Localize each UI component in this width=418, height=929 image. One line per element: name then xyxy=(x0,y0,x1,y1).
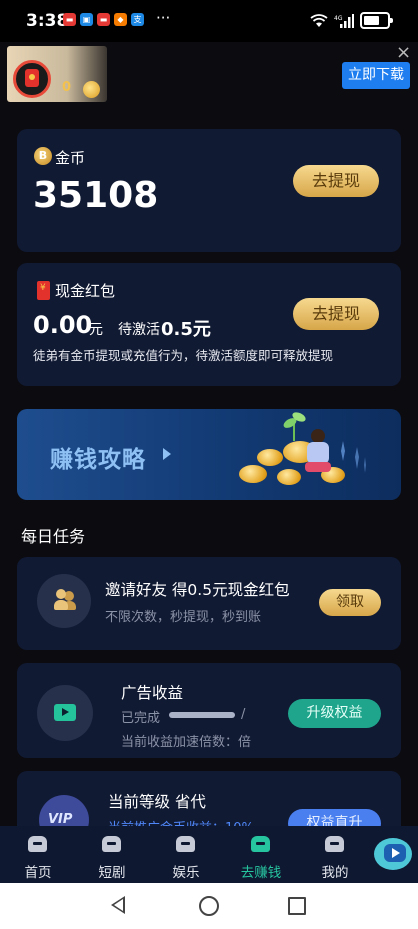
progress-separator: / xyxy=(241,707,246,722)
cellular-signal-icon: 4G xyxy=(334,13,354,28)
cash-withdraw-button[interactable]: 去提现 xyxy=(293,298,379,330)
vip-badge-label: VIP xyxy=(48,812,73,827)
tab-label: 去赚钱 xyxy=(240,865,282,881)
level-title: 当前等级 省代 xyxy=(108,793,206,811)
notification-icons: ▬ ▣ ▬ ◆ 支 xyxy=(63,13,144,26)
ad-income-task-card: 广告收益 已完成 / 当前收益加速倍数：倍 升级权益 xyxy=(17,663,401,758)
download-button[interactable]: 立即下载 xyxy=(342,62,410,89)
battery-icon xyxy=(360,12,393,29)
network-type-label: 4G xyxy=(334,15,343,22)
upgrade-rights-button[interactable]: 升级权益 xyxy=(288,699,381,728)
status-indicators: 4G xyxy=(310,12,393,29)
daily-tasks-title: 每日任务 xyxy=(21,527,86,546)
coins-label: 金币 xyxy=(55,149,86,167)
play-arrow-icon xyxy=(163,448,171,460)
app-notification-icon: ◆ xyxy=(114,13,127,26)
coins-card: B 金币 35108 去提现 xyxy=(17,129,401,252)
tab-entertainment[interactable]: 娱乐 xyxy=(151,826,221,883)
ad-income-title: 广告收益 xyxy=(121,684,184,702)
coins-value: 35108 xyxy=(33,175,159,216)
tab-earn-money[interactable]: 去赚钱 xyxy=(226,826,296,883)
coin-illustration xyxy=(239,465,267,483)
coin-icon: B xyxy=(34,147,52,165)
system-navigation-bar xyxy=(0,883,418,929)
tab-short-drama[interactable]: 短剧 xyxy=(77,826,147,883)
person-illustration xyxy=(303,429,333,477)
invite-task-card: 邀请好友 得0.5元现金红包 不限次数，秒提现，秒到账 领取 xyxy=(17,557,401,650)
coin-illustration xyxy=(257,449,283,466)
close-icon[interactable]: × xyxy=(396,42,411,63)
profile-tab-icon xyxy=(325,836,344,852)
earning-guide-banner[interactable]: 赚钱攻略 xyxy=(17,409,401,500)
red-packet-timer-icon[interactable] xyxy=(13,60,51,98)
clapperboard-icon xyxy=(102,836,121,852)
ad-progress-bar xyxy=(169,712,235,718)
cash-label: 现金红包 xyxy=(55,282,116,300)
app-notification-icon: ▬ xyxy=(63,13,76,26)
status-bar: 3:38 ▬ ▣ ▬ ◆ 支 ··· 4G xyxy=(0,0,418,42)
coins-withdraw-button[interactable]: 去提现 xyxy=(293,165,379,197)
coin-illustration xyxy=(277,469,301,485)
coin-icon xyxy=(83,81,100,98)
floating-mascot-button[interactable] xyxy=(374,834,416,872)
cash-unit: 元 xyxy=(89,322,103,338)
tab-label: 首页 xyxy=(24,865,52,881)
invite-task-subtitle: 不限次数，秒提现，秒到账 xyxy=(105,610,262,625)
home-icon[interactable] xyxy=(199,896,219,916)
more-notifications-icon: ··· xyxy=(156,9,171,27)
cash-amount: 0.00 xyxy=(33,311,93,339)
tab-label: 娱乐 xyxy=(172,865,200,881)
sparkle-decoration xyxy=(341,441,366,473)
tab-label: 短剧 xyxy=(98,865,126,881)
guide-title: 赚钱攻略 xyxy=(50,447,146,473)
invite-task-title: 邀请好友 得0.5元现金红包 xyxy=(105,581,290,599)
ad-completed-label: 已完成 xyxy=(121,711,161,726)
cash-red-packet-card: 现金红包 0.00 元 待激活 0.5元 徒弟有金币提现或充值行为，待激活额度即… xyxy=(17,263,401,386)
red-packet-icon xyxy=(37,281,50,300)
recent-apps-icon[interactable] xyxy=(288,897,306,915)
tab-home[interactable]: 首页 xyxy=(3,826,73,883)
app-notification-icon: ▣ xyxy=(80,13,93,26)
earn-tab-icon xyxy=(251,836,270,852)
plant-illustration xyxy=(281,410,308,443)
status-time: 3:38 xyxy=(26,11,69,31)
tab-mine[interactable]: 我的 xyxy=(300,826,370,883)
video-play-icon xyxy=(37,685,93,741)
alipay-icon: 支 xyxy=(131,13,144,26)
ad-multiplier-label: 当前收益加速倍数：倍 xyxy=(121,735,252,750)
entertainment-tab-icon xyxy=(176,836,195,852)
pending-label: 待激活 xyxy=(118,322,160,338)
app-notification-icon: ▬ xyxy=(97,13,110,26)
tab-label: 我的 xyxy=(321,865,349,881)
wifi-icon xyxy=(310,13,328,27)
cash-note: 徒弟有金币提现或充值行为，待激活额度即可释放提现 xyxy=(33,348,334,363)
pending-value: 0.5元 xyxy=(161,319,211,340)
bottom-tab-bar: 首页 短剧 娱乐 去赚钱 我的 xyxy=(0,826,418,883)
invite-friends-icon xyxy=(37,574,91,628)
home-tab-icon xyxy=(28,836,47,852)
claim-button[interactable]: 领取 xyxy=(319,589,381,616)
back-icon[interactable] xyxy=(111,896,125,914)
banner-coin-count: 0 xyxy=(62,80,72,95)
